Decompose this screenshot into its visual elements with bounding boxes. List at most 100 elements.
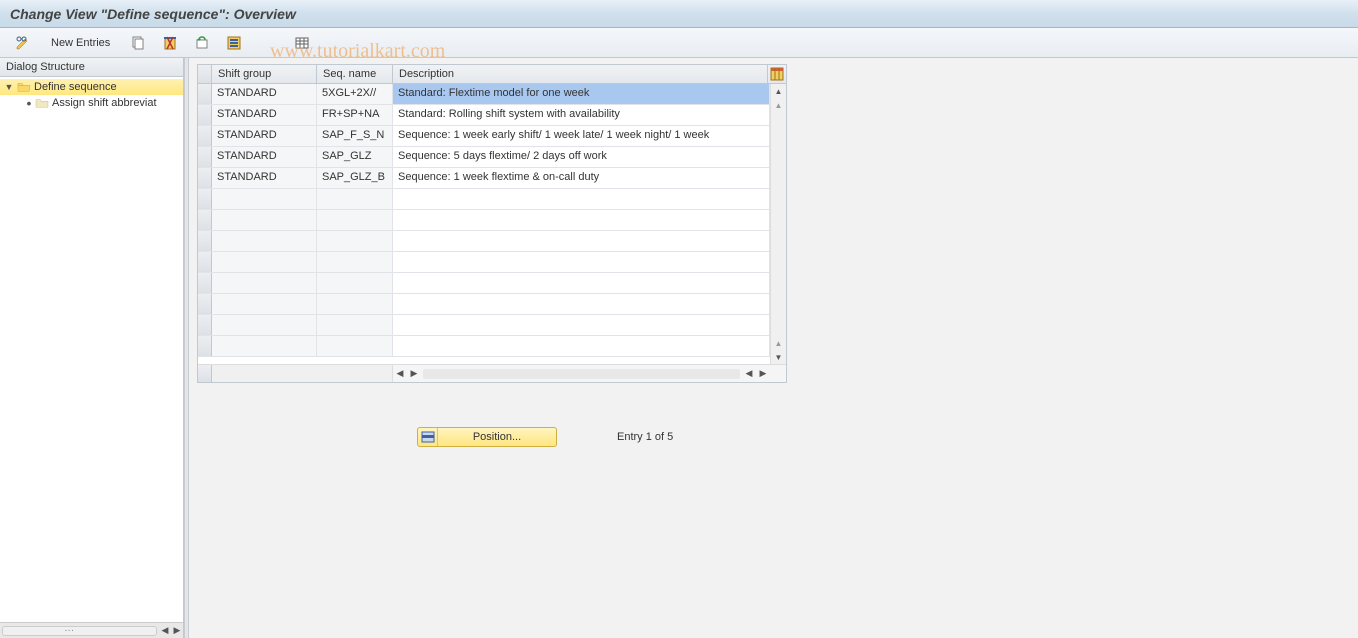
delete-button[interactable] [157,33,183,53]
cell-shift-group[interactable] [212,252,317,272]
application-toolbar: New Entries [0,28,1358,58]
cell-description[interactable] [393,273,770,293]
row-selector[interactable] [198,210,212,230]
cell-seq-name[interactable] [317,189,393,209]
scroll-left-step-icon[interactable]: ▶ [407,368,421,379]
expand-collapse-icon[interactable]: ▼ [4,82,14,92]
cell-description[interactable] [393,210,770,230]
table-row [198,210,770,231]
row-selector-header[interactable] [198,65,212,83]
tree-node-label: Assign shift abbreviat [52,97,157,109]
cell-seq-name[interactable]: SAP_GLZ [317,147,393,167]
grid-horizontal-scrollbar[interactable]: ◀ ▶ ◀ ▶ [198,364,786,382]
table-row [198,189,770,210]
undo-change-button[interactable] [189,33,215,53]
scrollbar-thumb[interactable] [2,626,157,636]
cell-shift-group[interactable] [212,210,317,230]
tree-node-define-sequence[interactable]: ▼ Define sequence [0,79,183,95]
grid-body: STANDARD5XGL+2X//Standard: Flextime mode… [198,84,786,364]
cell-shift-group[interactable]: STANDARD [212,84,317,104]
scroll-left-icon[interactable]: ◀ [393,368,407,379]
row-selector[interactable] [198,189,212,209]
select-all-button[interactable] [221,33,247,53]
data-grid: Shift group Seq. name Description STANDA… [197,64,787,383]
row-selector[interactable] [198,252,212,272]
cell-description[interactable] [393,315,770,335]
table-row [198,294,770,315]
cell-shift-group[interactable]: STANDARD [212,126,317,146]
scrollbar-track[interactable] [423,369,740,379]
column-header-shift-group[interactable]: Shift group [212,65,317,83]
cell-seq-name[interactable]: 5XGL+2X// [317,84,393,104]
cell-seq-name[interactable] [317,294,393,314]
table-row [198,273,770,294]
position-bar: Position... Entry 1 of 5 [197,427,1350,447]
cell-shift-group[interactable] [212,273,317,293]
folder-closed-icon [35,97,49,109]
select-all-icon [226,35,242,51]
tree-horizontal-scrollbar[interactable]: ◀ ▶ [0,622,183,638]
scroll-down-step-icon[interactable]: ▲ [771,336,786,350]
scroll-up-step-icon[interactable]: ▲ [771,98,786,112]
cell-seq-name[interactable]: SAP_F_S_N [317,126,393,146]
row-selector[interactable] [198,147,212,167]
cell-shift-group[interactable] [212,294,317,314]
scroll-left-icon[interactable]: ◀ [159,625,171,636]
row-selector[interactable] [198,231,212,251]
row-selector[interactable] [198,84,212,104]
table-view-button[interactable] [289,33,315,53]
cell-shift-group[interactable] [212,189,317,209]
folder-open-icon [17,81,31,93]
row-selector[interactable] [198,294,212,314]
row-selector[interactable] [198,336,212,356]
cell-shift-group[interactable] [212,231,317,251]
scroll-down-icon[interactable]: ▼ [771,350,786,364]
position-button-label: Position... [438,431,556,443]
cell-seq-name[interactable] [317,336,393,356]
cell-description[interactable] [393,294,770,314]
tree-node-assign-shift[interactable]: • Assign shift abbreviat [0,95,183,111]
cell-description[interactable]: Standard: Rolling shift system with avai… [393,105,770,125]
column-header-description[interactable]: Description [393,65,768,83]
position-button[interactable]: Position... [417,427,557,447]
cell-seq-name[interactable] [317,210,393,230]
scroll-up-icon[interactable]: ▲ [771,84,786,98]
column-header-seq-name[interactable]: Seq. name [317,65,393,83]
cell-seq-name[interactable]: SAP_GLZ_B [317,168,393,188]
cell-shift-group[interactable]: STANDARD [212,105,317,125]
row-selector[interactable] [198,105,212,125]
cell-seq-name[interactable] [317,231,393,251]
dialog-structure-tree: ▼ Define sequence • Assign shift abbrevi… [0,77,183,622]
cell-shift-group[interactable] [212,315,317,335]
new-entries-label: New Entries [51,37,110,49]
cell-shift-group[interactable]: STANDARD [212,168,317,188]
scroll-right-icon[interactable]: ▶ [756,368,770,379]
row-selector[interactable] [198,273,212,293]
cell-seq-name[interactable]: FR+SP+NA [317,105,393,125]
cell-description[interactable] [393,336,770,356]
cell-description[interactable] [393,189,770,209]
content-area: Shift group Seq. name Description STANDA… [189,58,1358,638]
cell-shift-group[interactable]: STANDARD [212,147,317,167]
row-selector[interactable] [198,126,212,146]
grid-vertical-scrollbar[interactable]: ▲ ▲ ▲ ▼ [770,84,786,364]
cell-seq-name[interactable] [317,252,393,272]
copy-as-button[interactable] [125,33,151,53]
toggle-display-change-button[interactable] [10,33,36,53]
row-selector[interactable] [198,168,212,188]
cell-description[interactable] [393,231,770,251]
cell-description[interactable]: Standard: Flextime model for one week [393,84,770,104]
cell-shift-group[interactable] [212,336,317,356]
scroll-right-icon[interactable]: ▶ [171,625,183,636]
grid-configure-button[interactable] [768,65,786,83]
row-selector[interactable] [198,315,212,335]
cell-description[interactable]: Sequence: 1 week flextime & on-call duty [393,168,770,188]
main-area: Dialog Structure ▼ Define sequence • Ass… [0,58,1358,638]
cell-description[interactable]: Sequence: 1 week early shift/ 1 week lat… [393,126,770,146]
scroll-right-step-icon[interactable]: ◀ [742,368,756,379]
new-entries-button[interactable]: New Entries [42,33,119,53]
cell-seq-name[interactable] [317,315,393,335]
cell-description[interactable]: Sequence: 5 days flextime/ 2 days off wo… [393,147,770,167]
cell-description[interactable] [393,252,770,272]
cell-seq-name[interactable] [317,273,393,293]
